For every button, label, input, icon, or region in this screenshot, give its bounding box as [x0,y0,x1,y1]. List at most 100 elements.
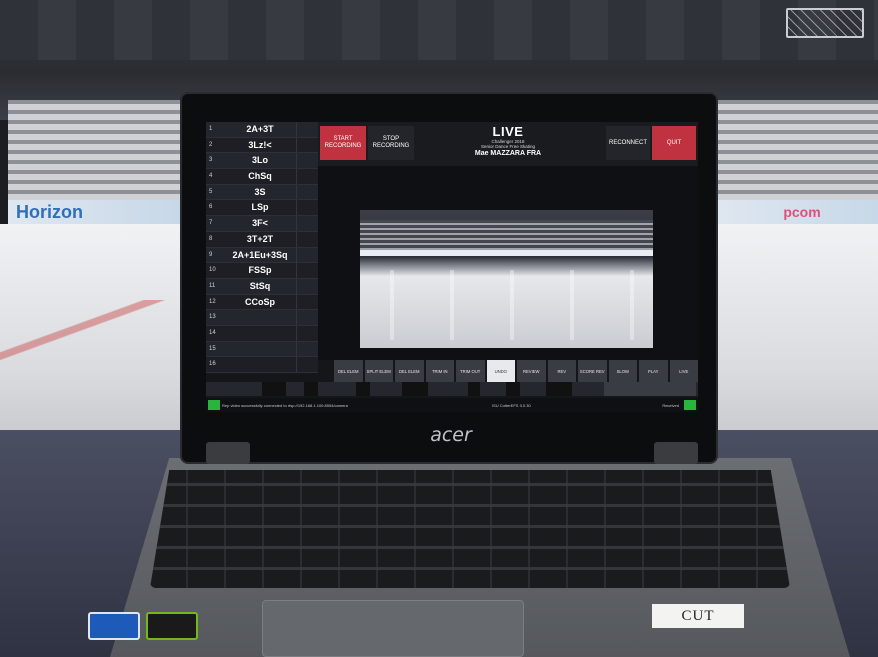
keyboard-rows [150,470,790,588]
element-row[interactable]: 15 [206,341,318,358]
laptop-lid: 1 2A+3T 2 3Lz!< 3 3Lo 4 ChSq 5 3S 6 LSp 7 3F< 8 3T+2T 9 2… [180,92,718,464]
lighting-truss [786,8,864,38]
element-row[interactable]: 16 [206,357,318,373]
arena-roof [0,0,878,60]
element-number: 9 [209,251,213,258]
element-number: 10 [209,267,216,274]
element-timecode [296,216,318,231]
element-code: 2A+1Eu+3Sq [232,249,288,260]
version-label: ISU CutterEFS 3.0.30 [492,402,531,408]
timeline-segment[interactable] [262,382,286,396]
element-number: 3 [209,157,213,164]
element-timecode [296,153,318,169]
element-row[interactable]: 8 3T+2T [206,231,318,248]
element-timecode [296,247,318,263]
element-row[interactable]: 4 ChSq [206,169,318,185]
element-code: 2A+3T [246,124,274,134]
element-row[interactable]: 9 2A+1Eu+3Sq [206,247,318,264]
timeline-segment[interactable] [604,382,696,396]
element-code [224,310,296,325]
control-button[interactable]: SCORE REV [578,360,607,382]
control-button[interactable]: SLOW [608,360,637,382]
timeline-segment[interactable] [356,382,370,396]
timeline-segment[interactable] [546,382,572,396]
element-number: 14 [209,329,216,336]
element-row[interactable]: 1 2A+3T [206,122,318,138]
element-timecode [296,341,318,357]
control-button[interactable]: TRIM OUT [456,360,485,382]
hinge-left [206,442,250,464]
control-button[interactable]: TRIM IN [425,360,454,382]
stands-left [8,100,180,200]
connection-indicator [208,400,220,410]
element-number: 12 [209,298,216,305]
status-bar: Rep video successfully connected to rtsp… [206,398,698,412]
element-timecode [296,310,318,325]
element-code: ChSq [248,171,272,182]
timeline-segment[interactable] [506,382,520,396]
element-number: 4 [209,173,213,180]
element-code: FSSp [248,265,272,276]
touchpad[interactable] [262,600,524,657]
element-row[interactable]: 5 3S [206,184,318,201]
stop-recording-button[interactable]: STOP RECORDING [368,126,414,160]
cut-card: CUT [652,604,744,628]
element-row[interactable]: 13 [206,310,318,326]
element-number: 16 [209,361,216,368]
video-preview[interactable] [360,210,653,348]
element-code: CCoSp [245,296,275,307]
timeline-segment[interactable] [304,382,318,396]
control-button[interactable]: REV [547,360,576,382]
element-code: StSq [249,280,271,291]
rink-line [0,300,190,360]
element-code [224,357,296,372]
video-ice-reflections [360,270,653,340]
control-button[interactable]: DEL ELEM [334,360,363,382]
element-row[interactable]: 14 [206,325,318,342]
element-code [224,326,296,341]
element-code: 3Lo [251,155,268,166]
control-button[interactable]: SPLIT ELEM [364,360,393,382]
element-list: 1 2A+3T 2 3Lz!< 3 3Lo 4 ChSq 5 3S 6 LSp 7 3F< 8 3T+2T 9 2… [206,122,318,374]
control-bar: DEL ELEM SPLIT ELEM DEL ELEM TRIM IN TRIM OU… [318,360,698,382]
element-code: 3F< [252,218,268,229]
stands-right [718,100,878,200]
control-button[interactable]: DEL ELEM [395,360,424,382]
element-number: 5 [209,188,213,195]
timeline-segment[interactable] [402,382,428,396]
element-row[interactable]: 2 3Lz!< [206,137,318,154]
rink-banner-right: pcom [718,200,878,224]
element-number: 1 [209,126,213,132]
element-row[interactable]: 3 3Lo [206,153,318,170]
reconnect-button[interactable]: RECONNECT [606,126,650,160]
element-number: 2 [209,141,213,148]
element-row[interactable]: 12 CCoSp [206,294,318,311]
element-code: 3S [254,186,266,197]
timeline-segment[interactable] [468,382,480,396]
element-timecode [296,184,318,200]
timeline[interactable] [206,382,698,396]
control-button[interactable]: UNDO [486,360,515,382]
element-timecode [296,231,318,247]
start-recording-button[interactable]: START RECORDING [320,126,366,160]
element-timecode [296,169,318,184]
geforce-sticker [146,612,198,640]
live-label: LIVE [492,124,524,139]
element-row[interactable]: 11 StSq [206,278,318,295]
control-button[interactable]: LIVE [669,360,698,382]
control-button[interactable]: PLAY [639,360,668,382]
element-row[interactable]: 10 FSSp [206,263,318,279]
element-number: 6 [209,204,213,211]
element-code [224,342,296,357]
element-code: 3Lz!< [248,139,272,150]
quit-button[interactable]: QUIT [652,126,696,160]
element-timecode [296,294,318,310]
live-info: LIVE Challenger 2018 Senior Dance Free S… [438,124,578,158]
top-bar: START RECORDING STOP RECORDING LIVE Chal… [318,122,698,166]
element-row[interactable]: 6 LSp [206,200,318,217]
control-button[interactable]: REVIEW [517,360,546,382]
received-label: Received [662,402,679,408]
element-row[interactable]: 7 3F< [206,216,318,232]
rink-banner-left: Horizon [8,200,180,224]
element-code: LSp [251,202,269,213]
